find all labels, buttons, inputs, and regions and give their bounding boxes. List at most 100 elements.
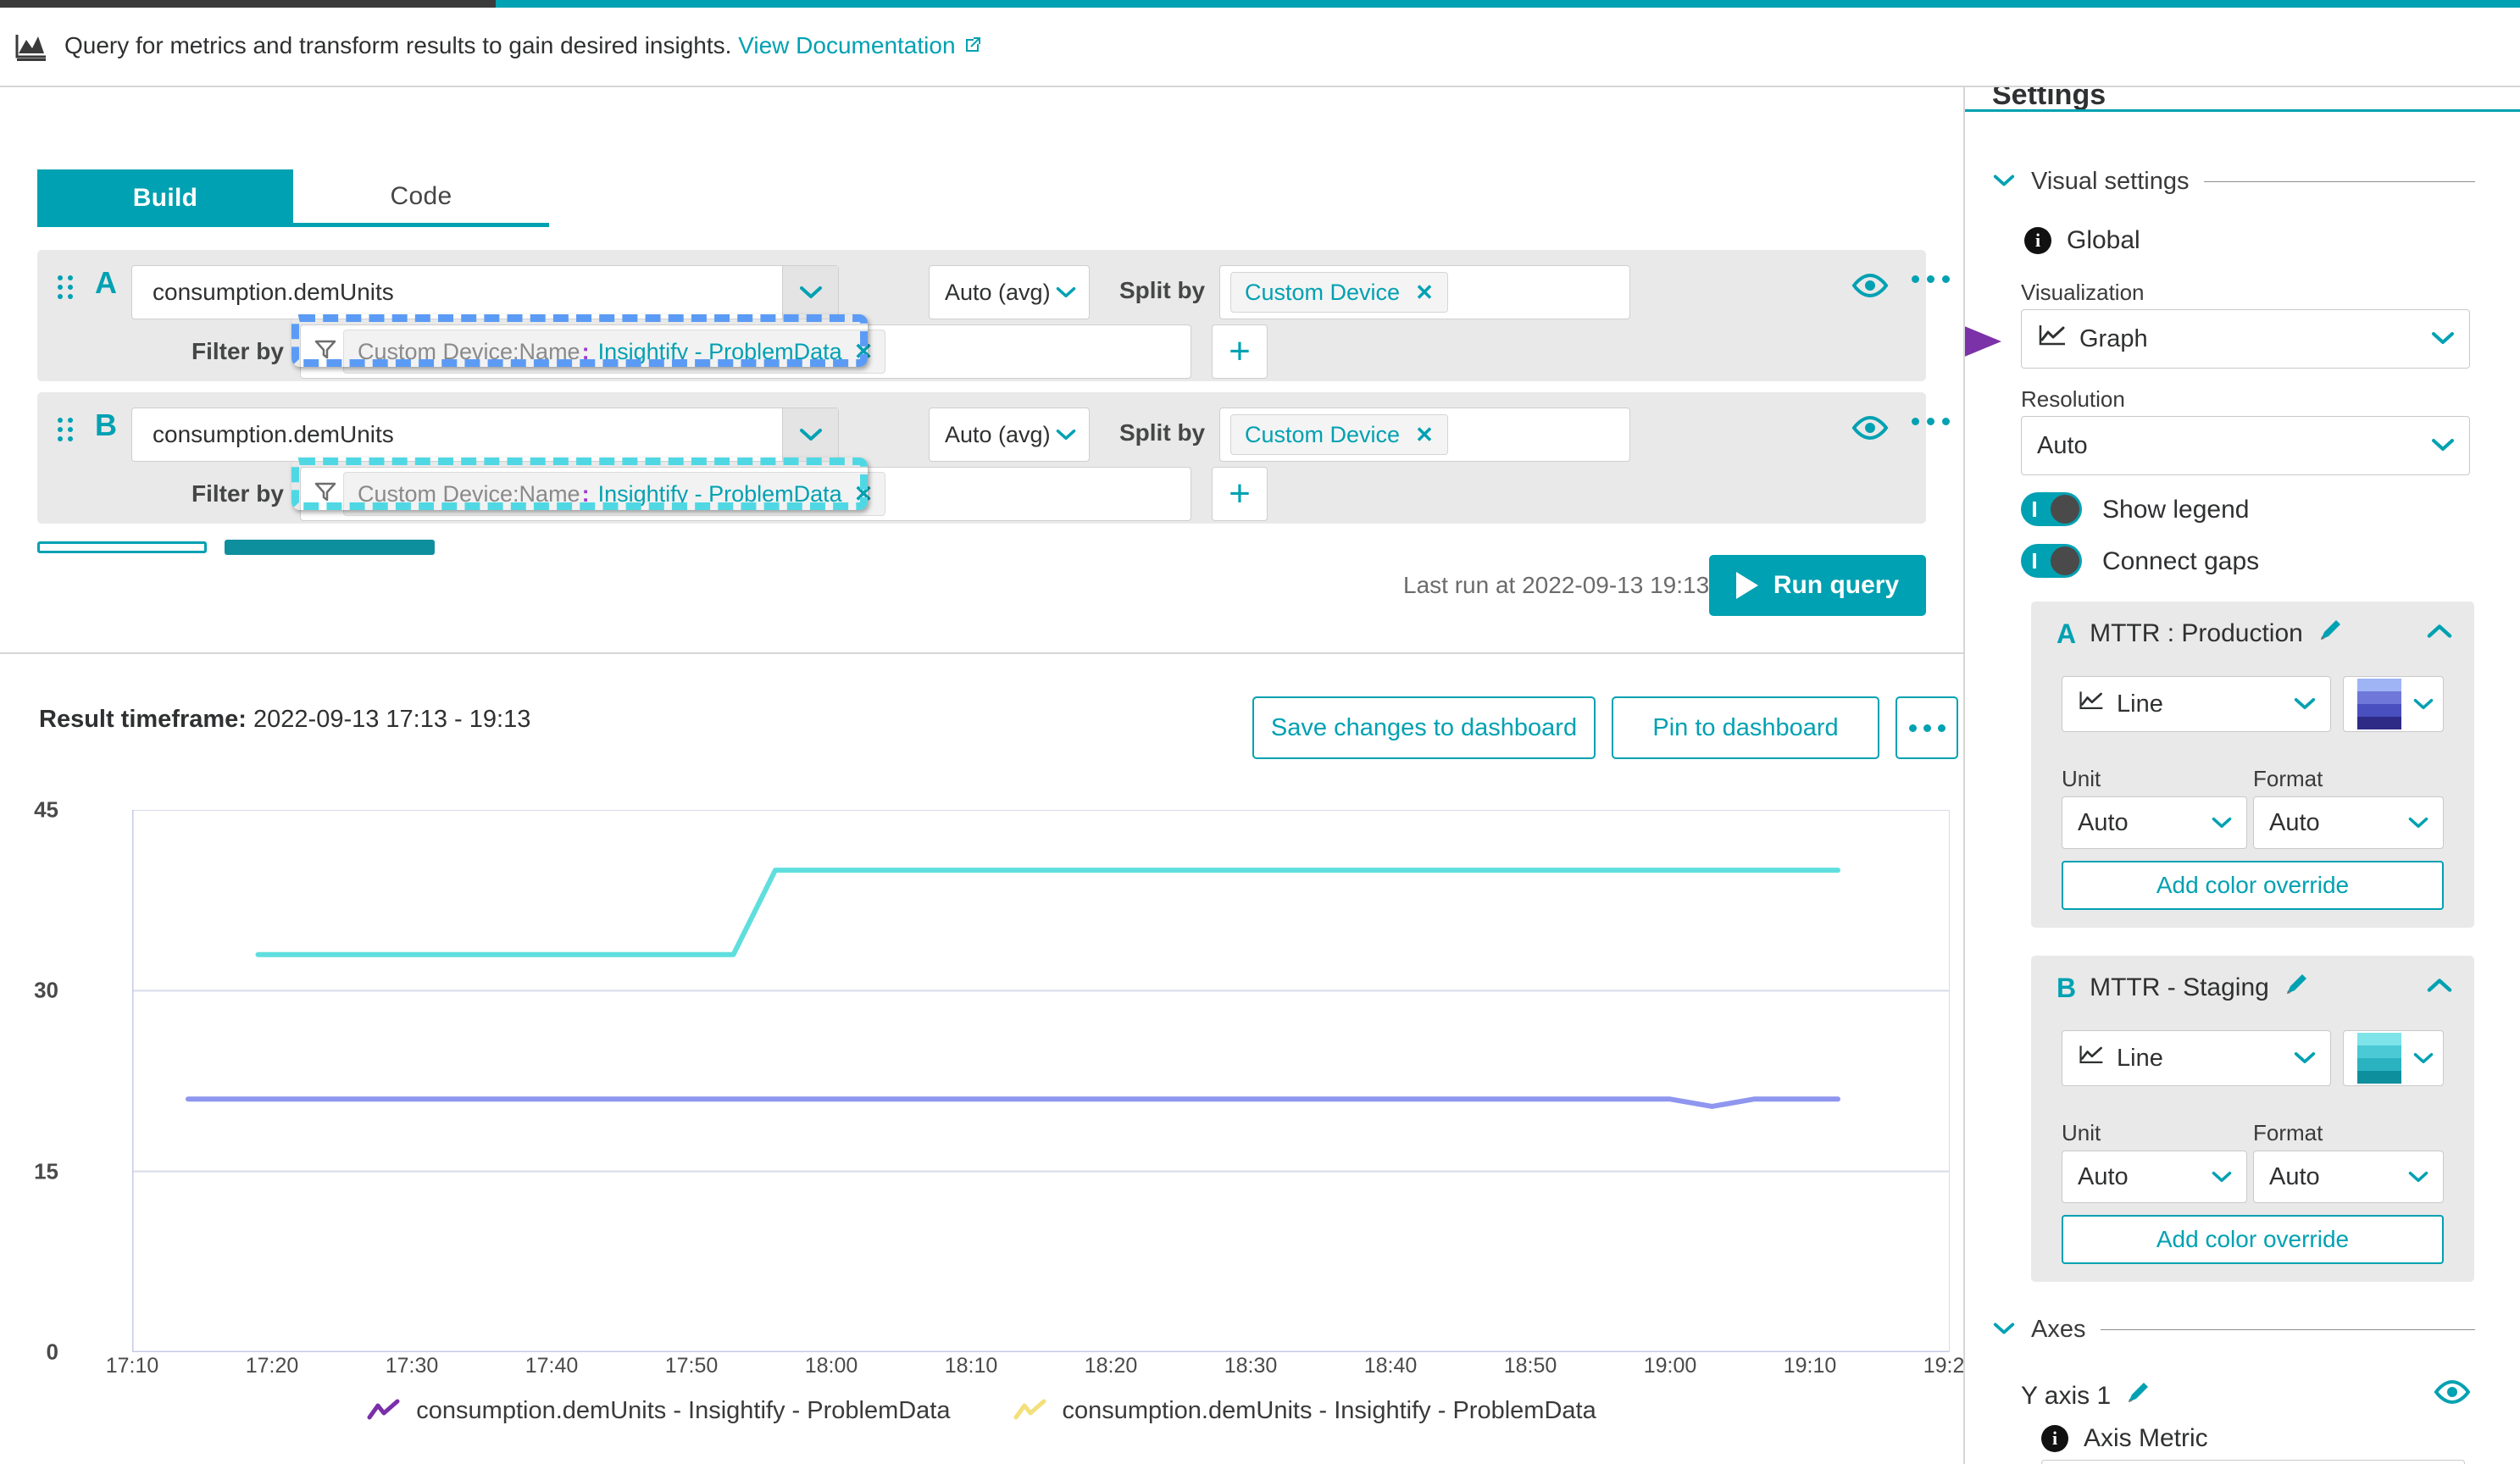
external-link-icon[interactable]: [963, 34, 983, 61]
builder-tabs: Build Code: [37, 169, 549, 227]
x-axis-tick: 18:40: [1363, 1354, 1418, 1378]
add-filter-button-a[interactable]: +: [1212, 324, 1268, 379]
close-icon[interactable]: ✕: [1415, 280, 1434, 306]
series-a-add-color-override-button[interactable]: Add color override: [2062, 861, 2444, 910]
chart-series-line-0: [188, 1099, 1838, 1106]
series-b-format-value: Auto: [2269, 1162, 2320, 1190]
tab-build[interactable]: Build: [37, 169, 293, 227]
settings-title: Settings: [1992, 87, 2106, 111]
line-marker-icon: [1013, 1399, 1046, 1420]
chevron-down-icon[interactable]: [782, 266, 838, 319]
funnel-icon: [313, 336, 338, 368]
global-info-row: i Global: [2024, 226, 2140, 255]
y-axis-tick: 0: [46, 1339, 58, 1365]
drag-handle-icon[interactable]: [58, 275, 76, 301]
axes-label: Axes: [2031, 1316, 2086, 1343]
series-a-unit-select[interactable]: Auto: [2062, 796, 2247, 849]
axis-metric-select[interactable]: [2041, 1460, 2465, 1464]
series-b-name: MTTR - Staging: [2090, 973, 2269, 1001]
metric-selector-b[interactable]: consumption.demUnits: [131, 408, 839, 462]
info-icon[interactable]: i: [2024, 227, 2051, 254]
legend-label-1: consumption.demUnits - Insightify - Prob…: [1062, 1396, 1596, 1424]
chevron-down-icon[interactable]: [782, 408, 838, 461]
aggregation-select-b[interactable]: Auto (avg): [929, 408, 1090, 462]
filter-by-field-a[interactable]: Custom Device:Name: Insightify - Problem…: [300, 324, 1191, 379]
filter-by-field-b[interactable]: Custom Device:Name: Insightify - Problem…: [300, 467, 1191, 521]
aggregation-select-a[interactable]: Auto (avg): [929, 265, 1090, 319]
split-by-field-a[interactable]: Custom Device ✕: [1219, 265, 1630, 319]
toggle-visibility-a[interactable]: [1851, 272, 1890, 305]
edit-pencil-icon[interactable]: [2124, 1379, 2151, 1413]
save-changes-button[interactable]: Save changes to dashboard: [1252, 696, 1596, 759]
window-top-accent-strip: [496, 0, 2520, 8]
chevron-down-icon: [1055, 280, 1077, 306]
filter-chip-value-b: Insightify - ProblemData: [597, 480, 842, 507]
filter-chip-b[interactable]: Custom Device:Name: Insightify - Problem…: [343, 472, 886, 516]
pin-to-dashboard-button[interactable]: Pin to dashboard: [1612, 696, 1879, 759]
series-b-format-select[interactable]: Auto: [2253, 1151, 2444, 1203]
legend-item-1[interactable]: consumption.demUnits - Insightify - Prob…: [1013, 1397, 1596, 1425]
close-icon[interactable]: ✕: [854, 339, 874, 365]
axes-section-header[interactable]: Axes: [1992, 1316, 2475, 1344]
legend-item-0[interactable]: consumption.demUnits - Insightify - Prob…: [367, 1397, 951, 1425]
close-icon[interactable]: ✕: [1415, 422, 1434, 448]
series-b-color-select[interactable]: [2343, 1030, 2444, 1086]
query-letter-b: B: [95, 408, 117, 442]
series-card-a: A MTTR : Production Line Unit Format Aut…: [2031, 602, 2474, 928]
result-timeframe-value: 2022-09-13 17:13 - 19:13: [253, 706, 531, 733]
row-options-button-b[interactable]: [1912, 418, 1950, 425]
filter-chip-colon: :: [581, 480, 590, 507]
metric-selector-a[interactable]: consumption.demUnits: [131, 265, 839, 319]
series-b-unit-select[interactable]: Auto: [2062, 1151, 2247, 1203]
collapse-series-a-icon[interactable]: [2425, 620, 2454, 646]
close-icon[interactable]: ✕: [854, 481, 874, 507]
split-chip-a[interactable]: Custom Device ✕: [1230, 272, 1448, 313]
series-a-type-select[interactable]: Line: [2062, 676, 2331, 732]
edit-pencil-icon[interactable]: [2317, 617, 2344, 651]
row-options-button-a[interactable]: [1912, 275, 1950, 283]
resolution-select[interactable]: Auto: [2021, 416, 2470, 475]
filter-chip-a[interactable]: Custom Device:Name: Insightify - Problem…: [343, 330, 886, 374]
resolution-label: Resolution: [2021, 386, 2125, 412]
y-axis-visibility-toggle[interactable]: [2433, 1378, 2472, 1411]
series-a-format-select[interactable]: Auto: [2253, 796, 2444, 849]
window-top-dark-strip: [0, 0, 496, 8]
show-legend-toggle[interactable]: [2021, 492, 2082, 526]
view-documentation-link[interactable]: View Documentation: [738, 32, 955, 58]
split-chip-b[interactable]: Custom Device ✕: [1230, 414, 1448, 455]
collapse-series-b-icon[interactable]: [2425, 974, 2454, 1001]
chevron-down-icon: [2407, 1163, 2429, 1191]
metric-value-b: consumption.demUnits: [153, 421, 394, 447]
edit-pencil-icon[interactable]: [2283, 971, 2310, 1005]
result-options-button[interactable]: [1896, 696, 1958, 759]
series-b-add-color-override-button[interactable]: Add color override: [2062, 1215, 2444, 1264]
panel-accent-line: [1965, 109, 2520, 112]
series-a-format-label: Format: [2253, 766, 2323, 791]
series-a-type-value: Line: [2117, 690, 2163, 718]
section-rule: [2204, 181, 2475, 182]
y-axis-tick: 45: [34, 796, 58, 823]
info-icon[interactable]: i: [2041, 1425, 2068, 1452]
axis-metric-row: i Axis Metric: [2041, 1424, 2208, 1453]
toggle-visibility-b[interactable]: [1851, 414, 1890, 447]
tab-code[interactable]: Code: [293, 169, 549, 227]
drag-handle-icon[interactable]: [58, 418, 76, 443]
series-a-color-select[interactable]: [2343, 676, 2444, 732]
visualization-label: Visualization: [2021, 280, 2145, 305]
x-axis-tick: 18:00: [804, 1354, 858, 1378]
x-axis-tick: 19:10: [1783, 1354, 1837, 1378]
add-filter-button-b[interactable]: +: [1212, 467, 1268, 521]
split-by-label-a: Split by: [1119, 277, 1206, 303]
visual-settings-section-header[interactable]: Visual settings: [1992, 168, 2475, 196]
series-b-type-select[interactable]: Line: [2062, 1030, 2331, 1086]
run-query-button[interactable]: Run query: [1709, 555, 1926, 616]
resolution-value: Auto: [2037, 431, 2088, 459]
visualization-select[interactable]: Graph: [2021, 309, 2470, 369]
connect-gaps-toggle[interactable]: [2021, 544, 2082, 578]
x-axis-tick: 17:30: [385, 1354, 439, 1378]
split-by-field-b[interactable]: Custom Device ✕: [1219, 408, 1630, 462]
series-a-header: A MTTR : Production: [2057, 617, 2344, 651]
global-label: Global: [2067, 226, 2140, 254]
filter-by-label-b: Filter by: [191, 480, 284, 507]
play-icon: [1735, 572, 1758, 599]
